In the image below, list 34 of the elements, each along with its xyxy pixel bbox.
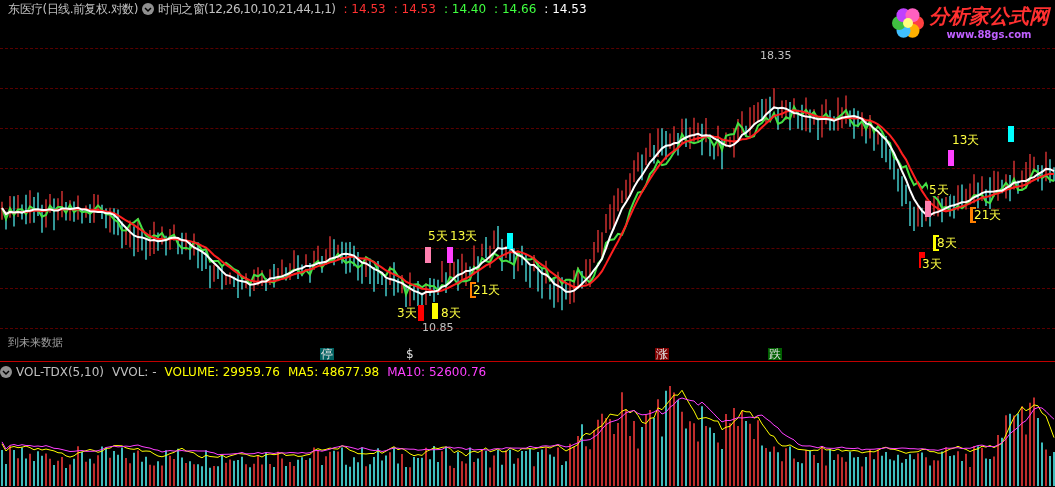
day-count-label: 21天: [472, 284, 502, 296]
event-marker: 涨: [655, 348, 669, 360]
volume-value: MA10: 52600.76: [387, 364, 487, 381]
stock-title: 东医疗(日线.前复权.对数): [8, 1, 138, 18]
future-data-note: 到未来数据: [8, 334, 63, 351]
day-count-label: 21天: [973, 209, 1003, 221]
day-count-label: 8天: [936, 237, 958, 249]
day-count-label: 5天: [427, 230, 449, 242]
day-count-label: 3天: [396, 307, 418, 319]
dropdown-icon[interactable]: [142, 3, 154, 15]
indicator-value: : 14.40: [443, 1, 487, 18]
indicator-value: : 14.53: [343, 1, 386, 18]
indicator-value: : 14.53: [393, 1, 436, 18]
day-count-label: 13天: [449, 230, 479, 242]
day-count-label: 13天: [951, 134, 981, 146]
volume-value: VOLUME: 29959.76: [164, 364, 280, 381]
vvol-label: VVOL: -: [112, 364, 157, 381]
flower-logo-icon: [891, 5, 925, 40]
indicator-name: 时间之窗(12,26,10,10,21,44,1,1): [158, 1, 336, 18]
indicator-value: : 14.53: [544, 1, 587, 18]
day-count-label: 8天: [440, 307, 462, 319]
volume-value: MA5: 48677.98: [287, 364, 380, 381]
price-extreme-label: 10.85: [422, 322, 454, 333]
day-count-label: 5天: [928, 184, 950, 196]
event-marker: 停: [320, 348, 334, 360]
logo-name: 分析家公式网: [929, 4, 1049, 29]
indicator-value: : 14.66: [494, 1, 537, 18]
dropdown-icon[interactable]: [0, 366, 12, 378]
event-marker: $: [405, 348, 415, 360]
day-count-label: 3天: [921, 258, 943, 270]
event-marker: 跌: [768, 348, 782, 360]
logo-url: www.88gs.com: [946, 29, 1032, 42]
price-extreme-label: 18.35: [760, 50, 792, 61]
volume-indicator-name: VOL-TDX(5,10): [16, 364, 105, 381]
